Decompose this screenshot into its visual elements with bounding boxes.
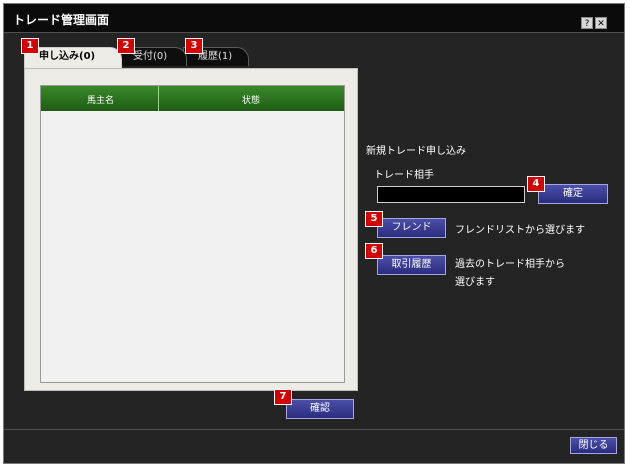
title-bar: トレード管理画面 ? ✕	[4, 4, 624, 33]
check-button[interactable]: 確認	[286, 399, 354, 419]
close-icon[interactable]: ✕	[595, 17, 607, 29]
footer-divider	[4, 429, 624, 430]
new-trade-heading: 新規トレード申し込み	[366, 146, 466, 157]
callout-badge-4: 4	[527, 176, 545, 192]
close-button[interactable]: 閉じる	[570, 437, 617, 454]
callout-badge-3: 3	[185, 38, 203, 54]
help-icon[interactable]: ?	[581, 17, 593, 29]
history-description-line1: 過去のトレード相手から	[455, 259, 565, 270]
callout-badge-1: 1	[21, 38, 39, 54]
confirm-partner-button[interactable]: 確定	[538, 184, 608, 204]
tab-history-label: 履歴(1)	[198, 51, 233, 62]
trade-partner-input[interactable]	[377, 186, 525, 203]
friend-button[interactable]: フレンド	[377, 218, 446, 238]
history-description-line2: 選びます	[455, 277, 495, 288]
callout-badge-7: 7	[274, 389, 292, 405]
tab-received-label: 受付(0)	[133, 51, 168, 62]
column-divider	[158, 86, 159, 111]
trade-partner-label: トレード相手	[374, 170, 434, 181]
table-header: 馬主名 状態	[41, 86, 344, 111]
callout-badge-2: 2	[117, 38, 135, 54]
column-header-status: 状態	[242, 96, 261, 106]
window-title: トレード管理画面	[13, 13, 110, 27]
trade-management-window: トレード管理画面 ? ✕ 履歴(1) 受付(0) 申し込み(0) 馬主名 状態 …	[3, 3, 625, 464]
applications-table: 馬主名 状態	[40, 85, 345, 383]
callout-badge-5: 5	[365, 211, 383, 227]
column-header-owner: 馬主名	[87, 96, 115, 106]
applications-panel: 馬主名 状態	[24, 68, 358, 391]
tab-applications-label: 申し込み(0)	[39, 51, 96, 62]
trade-history-button[interactable]: 取引履歴	[377, 255, 446, 275]
friend-description: フレンドリストから選びます	[455, 225, 585, 236]
callout-badge-6: 6	[365, 243, 383, 259]
